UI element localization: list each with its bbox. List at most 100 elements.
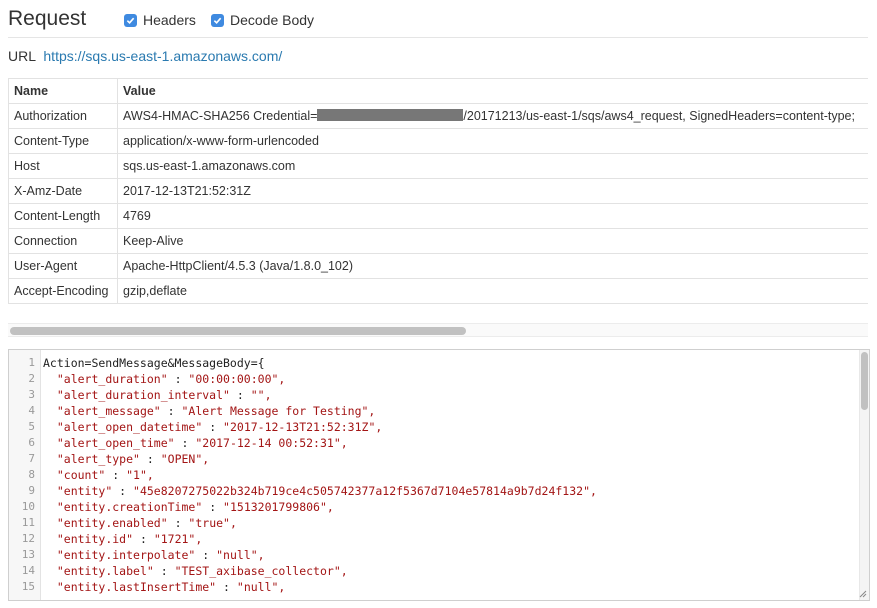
header-value: 2017-12-13T21:52:31Z — [117, 178, 868, 204]
json-value: "TEST_axibase_collector", — [174, 564, 348, 578]
code-lines: 1 Action=SendMessage&MessageBody={ 2 "aler… — [9, 355, 859, 595]
json-value: "2017-12-13T21:52:31Z", — [223, 420, 383, 434]
header-value: application/x-www-form-urlencoded — [117, 128, 868, 154]
code-text: "alert_open_datetime" : "2017-12-13T21:5… — [56, 420, 383, 434]
header-name: X-Amz-Date — [8, 178, 118, 204]
decode-body-checkbox[interactable]: Decode Body — [211, 12, 314, 28]
scrollbar-thumb[interactable] — [861, 352, 868, 410]
code-text: "alert_open_time" : "2017-12-14 00:52:31… — [56, 436, 348, 450]
header-name: User-Agent — [8, 253, 118, 279]
line-number: 14 — [21, 564, 35, 577]
request-header: Request Headers Decode Body — [8, 4, 868, 38]
line-number: 2 — [28, 372, 35, 385]
code-text: "entity.creationTime" : "1513201799806", — [56, 500, 334, 514]
code-line: 4 "alert_message" : "Alert Message for T… — [9, 403, 859, 419]
code-line: 15 "entity.lastInsertTime" : "null", — [9, 579, 859, 595]
column-header-name: Name — [8, 78, 118, 104]
code-line: 10 "entity.creationTime" : "151320179980… — [9, 499, 859, 515]
headers-checkbox[interactable]: Headers — [124, 12, 196, 28]
header-value: gzip,deflate — [117, 278, 868, 304]
scrollbar-thumb[interactable] — [10, 327, 466, 335]
code-line: 13 "entity.interpolate" : "null", — [9, 547, 859, 563]
json-key: "entity.id" — [56, 532, 134, 546]
json-key: "alert_message" — [56, 404, 161, 418]
json-key: "entity.lastInsertTime" — [56, 580, 217, 594]
line-number: 6 — [28, 436, 35, 449]
code-line: 7 "alert_type" : "OPEN", — [9, 451, 859, 467]
code-text: "alert_duration_interval" : "", — [56, 388, 272, 402]
header-name: Accept-Encoding — [8, 278, 118, 304]
auth-value-prefix: AWS4-HMAC-SHA256 Credential= — [123, 109, 318, 123]
json-key: "alert_duration" — [56, 372, 168, 386]
line-number: 5 — [28, 420, 35, 433]
header-value: Keep-Alive — [117, 228, 868, 254]
table-header-row: Name Value — [8, 78, 868, 104]
code-text: "entity.lastInsertTime" : "null", — [56, 580, 286, 594]
json-value: "null", — [236, 580, 286, 594]
code-line: 6 "alert_open_time" : "2017-12-14 00:52:… — [9, 435, 859, 451]
header-name: Content-Type — [8, 128, 118, 154]
table-row: X-Amz-Date 2017-12-13T21:52:31Z — [8, 178, 868, 204]
line-number: 15 — [21, 580, 35, 593]
code-line: 3 "alert_duration_interval" : "", — [9, 387, 859, 403]
code-text: "alert_duration" : "00:00:00:00", — [56, 372, 286, 386]
url-link[interactable]: https://sqs.us-east-1.amazonaws.com/ — [43, 48, 282, 64]
json-key: "entity.enabled" — [56, 516, 168, 530]
code-line: 12 "entity.id" : "1721", — [9, 531, 859, 547]
headers-checkbox-label: Headers — [143, 12, 196, 28]
table-row: Accept-Encoding gzip,deflate — [8, 278, 868, 304]
json-value: "2017-12-14 00:52:31", — [195, 436, 348, 450]
code-line: 1 Action=SendMessage&MessageBody={ — [9, 355, 859, 371]
json-key: "alert_open_datetime" — [56, 420, 203, 434]
header-name: Host — [8, 153, 118, 179]
json-key: "count" — [56, 468, 106, 482]
json-value: "1721", — [153, 532, 203, 546]
table-row: Content-Length 4769 — [8, 203, 868, 229]
json-key: "entity.creationTime" — [56, 500, 203, 514]
line-number: 10 — [21, 500, 35, 513]
code-prefix: Action=SendMessage&MessageBody={ — [43, 356, 265, 370]
decode-body-checkbox-label: Decode Body — [230, 12, 315, 28]
json-value: "", — [250, 388, 272, 402]
resize-handle-icon[interactable] — [859, 590, 867, 598]
request-body-editor[interactable]: 1 Action=SendMessage&MessageBody={ 2 "aler… — [8, 349, 870, 601]
table-row: Content-Type application/x-www-form-urle… — [8, 128, 868, 154]
line-number: 13 — [21, 548, 35, 561]
code-text: Action=SendMessage&MessageBody={ — [43, 355, 265, 371]
json-key: "entity" — [56, 484, 113, 498]
url-row: URL https://sqs.us-east-1.amazonaws.com/ — [8, 48, 282, 64]
json-key: "entity.interpolate" — [56, 548, 196, 562]
code-text: "entity.id" : "1721", — [56, 532, 203, 546]
checkbox-check-icon[interactable] — [211, 13, 224, 27]
line-number: 1 — [28, 356, 35, 369]
code-line: 11 "entity.enabled" : "true", — [9, 515, 859, 531]
json-value: "1513201799806", — [223, 500, 334, 514]
column-header-value: Value — [117, 78, 868, 104]
header-value: sqs.us-east-1.amazonaws.com — [117, 153, 868, 179]
json-value: "Alert Message for Testing", — [181, 404, 376, 418]
header-name: Content-Length — [8, 203, 118, 229]
line-number: 7 — [28, 452, 35, 465]
code-text: "entity.interpolate" : "null", — [56, 548, 265, 562]
url-label: URL — [8, 48, 36, 64]
editor-vertical-scrollbar[interactable] — [859, 350, 869, 600]
header-value: Apache-HttpClient/4.5.3 (Java/1.8.0_102) — [117, 253, 868, 279]
line-number: 9 — [28, 484, 35, 497]
headers-table-container: Name Value Authorization AWS4-HMAC-SHA25… — [8, 78, 868, 304]
table-horizontal-scrollbar[interactable] — [8, 323, 868, 337]
code-text: "count" : "1", — [56, 468, 154, 482]
header-name: Authorization — [8, 103, 118, 129]
json-key: "alert_open_time" — [56, 436, 175, 450]
json-value: "true", — [188, 516, 237, 530]
json-value: "1", — [126, 468, 154, 482]
checkbox-check-icon[interactable] — [124, 13, 137, 27]
code-text: "alert_message" : "Alert Message for Tes… — [56, 404, 376, 418]
code-text: "entity.label" : "TEST_axibase_collector… — [56, 564, 348, 578]
code-line: 8 "count" : "1", — [9, 467, 859, 483]
json-key: "entity.label" — [56, 564, 154, 578]
table-row: Host sqs.us-east-1.amazonaws.com — [8, 153, 868, 179]
line-number: 3 — [28, 388, 35, 401]
line-number: 8 — [28, 468, 35, 481]
json-key: "alert_duration_interval" — [56, 388, 230, 402]
request-title: Request — [8, 7, 87, 30]
